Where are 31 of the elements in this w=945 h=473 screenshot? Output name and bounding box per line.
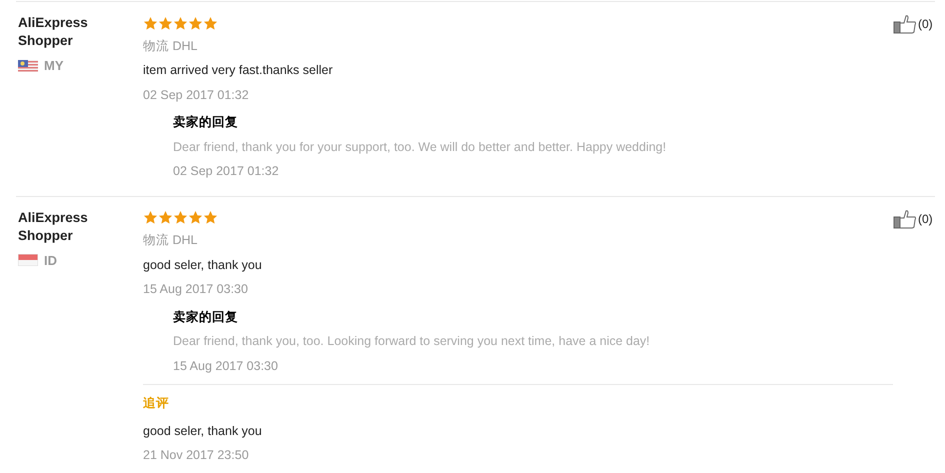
star-icon <box>188 16 203 30</box>
star-icon <box>143 16 158 30</box>
country-code: MY <box>44 58 64 73</box>
reply-date: 02 Sep 2017 01:32 <box>173 163 280 180</box>
reply-text: Dear friend, thank you for your support, too. We will do better and better. Happy wedding! <box>173 138 668 156</box>
star-icon <box>203 16 218 30</box>
star-icon <box>173 16 188 30</box>
star-icon <box>173 210 188 225</box>
country-code: ID <box>44 252 57 268</box>
shipping-method: 物流 DHL <box>143 232 198 249</box>
like-button[interactable]: (0) <box>893 208 933 228</box>
reply-text: Dear friend, thank you, too. Looking forward to serving you next time, have a nice day! <box>173 333 651 350</box>
reviewer-name: AliExpress Shopper <box>18 208 89 244</box>
star-icon <box>143 210 158 225</box>
review-date: 15 Aug 2017 03:30 <box>143 281 249 298</box>
shipping-method: 物流 DHL <box>143 38 198 54</box>
reply-date: 15 Aug 2017 03:30 <box>173 358 279 375</box>
review-date: 02 Sep 2017 01:32 <box>143 86 250 104</box>
review-text: item arrived very fast.thanks seller <box>143 62 334 79</box>
like-button[interactable]: (0) <box>893 14 933 34</box>
followup-label: 追评 <box>143 395 170 412</box>
star-icon <box>203 210 218 225</box>
reviewer-name: AliExpress Shopper <box>18 14 89 50</box>
star-icon <box>158 210 173 225</box>
followup-date: 21 Nov 2017 23:50 <box>143 447 250 464</box>
followup-text: good seler, thank you <box>143 422 263 440</box>
reply-title: 卖家的回复 <box>173 114 239 131</box>
star-icon <box>158 16 173 30</box>
reply-title: 卖家的回复 <box>173 308 239 326</box>
review-text: good seler, thank you <box>143 256 263 274</box>
star-icon <box>188 210 203 225</box>
